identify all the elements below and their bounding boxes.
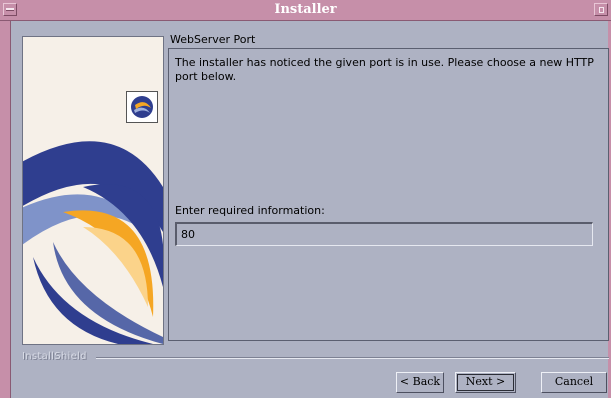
section-title: WebServer Port — [170, 33, 256, 46]
content-panel — [168, 48, 609, 341]
installshield-brand-label: InstallShield — [22, 351, 87, 362]
installer-side-image — [22, 36, 164, 345]
window-title: Installer — [274, 2, 337, 17]
next-button[interactable]: Next > — [455, 372, 516, 393]
http-port-input[interactable] — [175, 222, 593, 246]
port-in-use-message: The installer has noticed the given port… — [175, 56, 594, 83]
installshield-logo-icon — [126, 91, 158, 123]
cancel-button[interactable]: Cancel — [541, 372, 607, 393]
brand-divider: InstallShield — [22, 351, 609, 365]
window-frame-left — [0, 21, 11, 398]
back-button[interactable]: < Back — [396, 372, 444, 393]
window-titlebar[interactable]: Installer — [0, 0, 611, 21]
brand-divider-line — [96, 357, 609, 359]
maximize-button[interactable] — [594, 3, 608, 16]
input-prompt-label: Enter required information: — [175, 204, 325, 217]
swirl-graphic — [23, 141, 163, 344]
